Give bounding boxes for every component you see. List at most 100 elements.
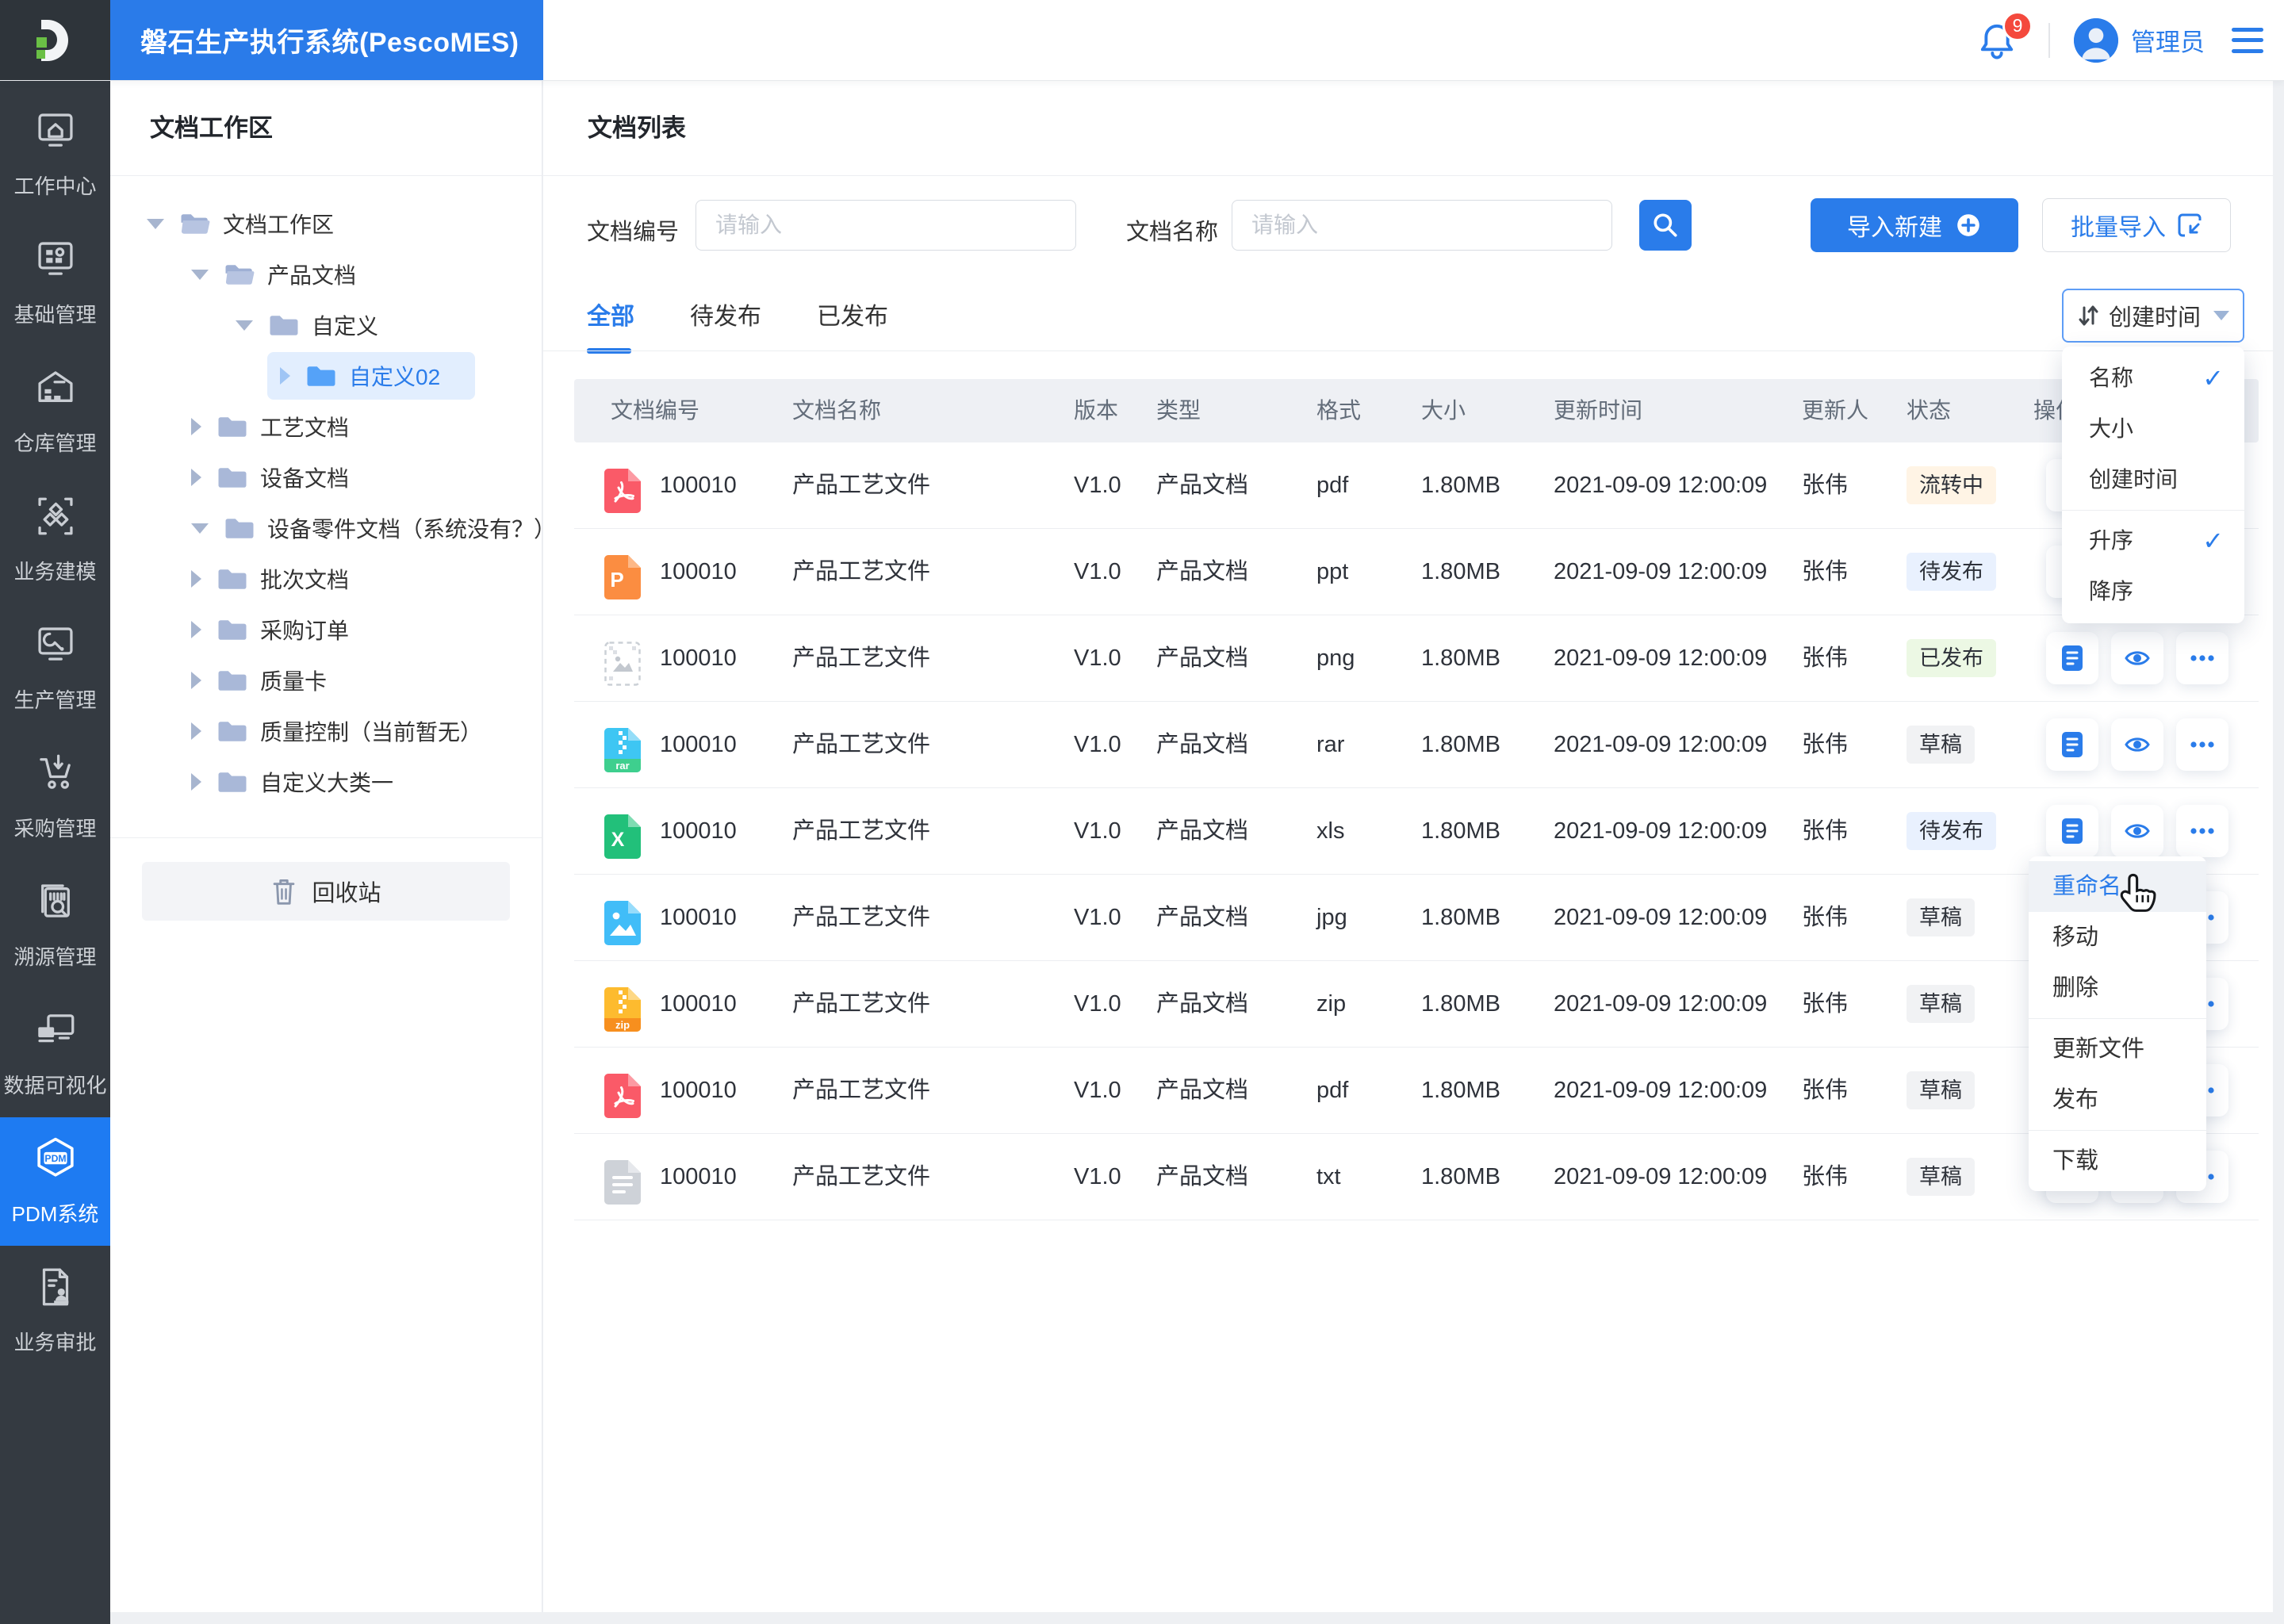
preview-button[interactable] xyxy=(2111,805,2163,857)
doc-no-input[interactable] xyxy=(696,200,1076,251)
tree-item-3[interactable]: 自定义02 xyxy=(267,352,476,400)
more-actions-button[interactable] xyxy=(2176,718,2228,771)
caret-right-icon[interactable] xyxy=(191,672,201,689)
updater-cell: 张伟 xyxy=(1802,473,1849,498)
context-menu-item[interactable]: 更新文件 xyxy=(2029,1024,2206,1074)
document-detail-icon xyxy=(2062,818,2083,844)
notification-bell-button[interactable]: 9 xyxy=(1977,10,2033,60)
recycle-bin-button[interactable]: 回收站 xyxy=(142,862,510,921)
version-cell: V1.0 xyxy=(1074,818,1121,844)
sort-field-option-2[interactable]: 创建时间 xyxy=(2062,454,2244,505)
sidebar-item-0[interactable]: 工作中心 xyxy=(0,90,110,218)
tree-item-2[interactable]: 自定义 xyxy=(223,301,413,349)
tree-item-1[interactable]: 产品文档 xyxy=(178,251,391,298)
tree-item-label: 设备零件文档（系统没有？） xyxy=(267,517,542,542)
sidebar-item-7[interactable]: 数据可视化 xyxy=(0,989,110,1117)
tree-item-4[interactable]: 工艺文档 xyxy=(178,403,384,450)
status-badge: 草稿 xyxy=(1907,726,1975,764)
table-row[interactable]: 100010 产品工艺文件 V1.0 产品文档 pdf 1.80MB 2021-… xyxy=(574,442,2259,529)
caret-right-icon[interactable] xyxy=(280,367,290,385)
context-menu-item[interactable]: 重命名 xyxy=(2029,861,2206,912)
folder-icon xyxy=(305,362,338,390)
sidebar-item-2[interactable]: 仓库管理 xyxy=(0,347,110,475)
sort-field-option-0[interactable]: 名称 ✓ xyxy=(2062,353,2244,404)
table-row[interactable]: 100010 产品工艺文件 V1.0 产品文档 png 1.80MB 2021-… xyxy=(574,615,2259,702)
app-logo xyxy=(0,0,110,80)
context-menu-item[interactable]: 删除 xyxy=(2029,963,2206,1013)
tree-item-6[interactable]: 设备零件文档（系统没有？） xyxy=(178,504,542,552)
sidebar-item-1[interactable]: 基础管理 xyxy=(0,218,110,347)
batch-import-button[interactable]: 批量导入 xyxy=(2042,198,2231,252)
table-row[interactable]: 100010 产品工艺文件 V1.0 产品文档 pdf 1.80MB 2021-… xyxy=(574,1048,2259,1134)
context-menu-item[interactable]: 发布 xyxy=(2029,1074,2206,1125)
png-file-icon xyxy=(604,636,641,686)
more-actions-button[interactable] xyxy=(2176,805,2228,857)
sort-order-option-0[interactable]: 升序 ✓ xyxy=(2062,515,2244,566)
sidebar-item-3[interactable]: 业务建模 xyxy=(0,475,110,603)
tab-1[interactable]: 待发布 xyxy=(690,297,761,354)
format-cell: txt xyxy=(1316,1164,1341,1189)
document-detail-button[interactable] xyxy=(2046,805,2098,857)
size-cell: 1.80MB xyxy=(1421,732,1500,757)
format-cell: pdf xyxy=(1316,473,1349,498)
preview-button[interactable] xyxy=(2111,632,2163,684)
table-row[interactable]: 100010 产品工艺文件 V1.0 产品文档 jpg 1.80MB 2021-… xyxy=(574,875,2259,961)
sidebar-item-8[interactable]: PDM PDM系统 xyxy=(0,1117,110,1246)
sort-button[interactable]: 创建时间 xyxy=(2062,289,2244,343)
search-button[interactable] xyxy=(1639,200,1692,251)
table-row[interactable]: X 100010 产品工艺文件 V1.0 产品文档 xls 1.80MB 202… xyxy=(574,788,2259,875)
caret-down-icon[interactable] xyxy=(191,523,209,534)
caret-right-icon[interactable] xyxy=(191,570,201,588)
type-cell: 产品文档 xyxy=(1156,559,1249,584)
sidebar-item-6[interactable]: 溯源管理 xyxy=(0,860,110,989)
caret-right-icon[interactable] xyxy=(191,773,201,791)
sidebar-item-5[interactable]: 采购管理 xyxy=(0,732,110,860)
tree-item-label: 自定义 xyxy=(312,314,379,339)
sidebar-item-4[interactable]: 生产管理 xyxy=(0,603,110,732)
context-menu-item[interactable]: 移动 xyxy=(2029,912,2206,963)
table-row[interactable]: P 100010 产品工艺文件 V1.0 产品文档 ppt 1.80MB 202… xyxy=(574,529,2259,615)
tree-item-0[interactable]: 文档工作区 xyxy=(134,200,369,247)
tree-item-5[interactable]: 设备文档 xyxy=(178,454,384,501)
app-title-bar: 磐石生产执行系统(PescoMES) xyxy=(110,0,543,80)
jpg-file-icon xyxy=(604,895,641,945)
tree-item-label: 设备文档 xyxy=(260,466,350,491)
import-new-button[interactable]: 导入新建 xyxy=(1811,198,2018,252)
more-actions-button[interactable] xyxy=(2176,632,2228,684)
updater-cell: 张伟 xyxy=(1802,991,1849,1017)
tree-item-9[interactable]: 质量卡 xyxy=(178,657,362,704)
tree-item-8[interactable]: 采购订单 xyxy=(178,606,384,653)
workspace-panel: 文档工作区 文档工作区 产品文档 自定义 自定义02 工艺文档 设备文档 设备零件文档（系统… xyxy=(110,81,542,1612)
document-detail-button[interactable] xyxy=(2046,632,2098,684)
caret-right-icon[interactable] xyxy=(191,621,201,638)
table-row[interactable]: rar 100010 产品工艺文件 V1.0 产品文档 rar 1.80MB 2… xyxy=(574,702,2259,788)
tree-item-7[interactable]: 批次文档 xyxy=(178,555,384,603)
table-row[interactable]: zip 100010 产品工艺文件 V1.0 产品文档 zip 1.80MB 2… xyxy=(574,961,2259,1048)
format-cell: xls xyxy=(1316,818,1345,844)
document-detail-button[interactable] xyxy=(2046,718,2098,771)
caret-right-icon[interactable] xyxy=(191,418,201,435)
context-menu-item[interactable]: 下载 xyxy=(2029,1136,2206,1186)
recycle-bin-label: 回收站 xyxy=(312,881,381,906)
doc-name-input[interactable] xyxy=(1232,200,1612,251)
tree-item-label: 工艺文档 xyxy=(260,416,350,440)
sort-order-option-1[interactable]: 降序 xyxy=(2062,566,2244,617)
tab-2[interactable]: 已发布 xyxy=(817,297,888,354)
caret-right-icon[interactable] xyxy=(191,722,201,740)
tree-item-11[interactable]: 自定义大类一 xyxy=(178,758,428,806)
caret-down-icon[interactable] xyxy=(191,269,209,280)
tree-item-10[interactable]: 质量控制（当前暂无） xyxy=(178,707,517,755)
caret-down-icon[interactable] xyxy=(147,218,164,229)
plus-circle-icon xyxy=(1957,214,1979,236)
menu-hamburger-icon[interactable] xyxy=(2232,27,2263,53)
table-row[interactable]: 100010 产品工艺文件 V1.0 产品文档 txt 1.80MB 2021-… xyxy=(574,1134,2259,1220)
sidebar-item-9[interactable]: 业务审批 xyxy=(0,1246,110,1374)
tab-0[interactable]: 全部 xyxy=(587,297,634,354)
user-name[interactable]: 管理员 xyxy=(2131,22,2205,58)
avatar[interactable] xyxy=(2074,17,2118,63)
caret-right-icon[interactable] xyxy=(191,469,201,486)
caret-down-icon[interactable] xyxy=(236,320,253,331)
column-header-4: 格式 xyxy=(1316,398,1362,423)
preview-button[interactable] xyxy=(2111,718,2163,771)
sort-field-option-1[interactable]: 大小 xyxy=(2062,404,2244,454)
